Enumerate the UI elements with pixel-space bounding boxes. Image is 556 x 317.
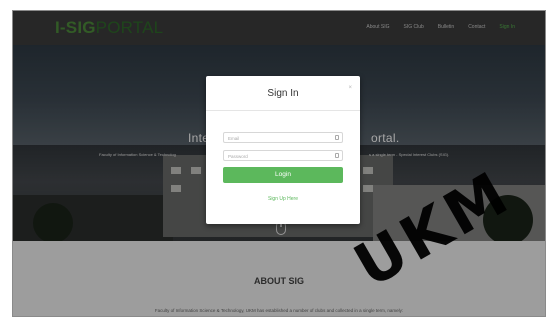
sign-in-modal: Sign In × Login Sign Up Here [206, 76, 360, 224]
email-field[interactable] [228, 134, 328, 142]
login-button[interactable]: Login [223, 167, 343, 183]
sign-up-link[interactable]: Sign Up Here [206, 196, 360, 202]
browser-viewport: I-SIGPORTAL About SIG SIG Club Bulletin … [12, 10, 546, 317]
password-field[interactable] [228, 152, 328, 160]
envelope-icon [335, 135, 339, 140]
email-field-wrapper [223, 132, 343, 143]
lock-icon [335, 153, 339, 158]
modal-title: Sign In [267, 88, 299, 99]
close-icon[interactable]: × [348, 85, 352, 91]
password-field-wrapper [223, 150, 343, 161]
modal-divider [206, 110, 360, 111]
